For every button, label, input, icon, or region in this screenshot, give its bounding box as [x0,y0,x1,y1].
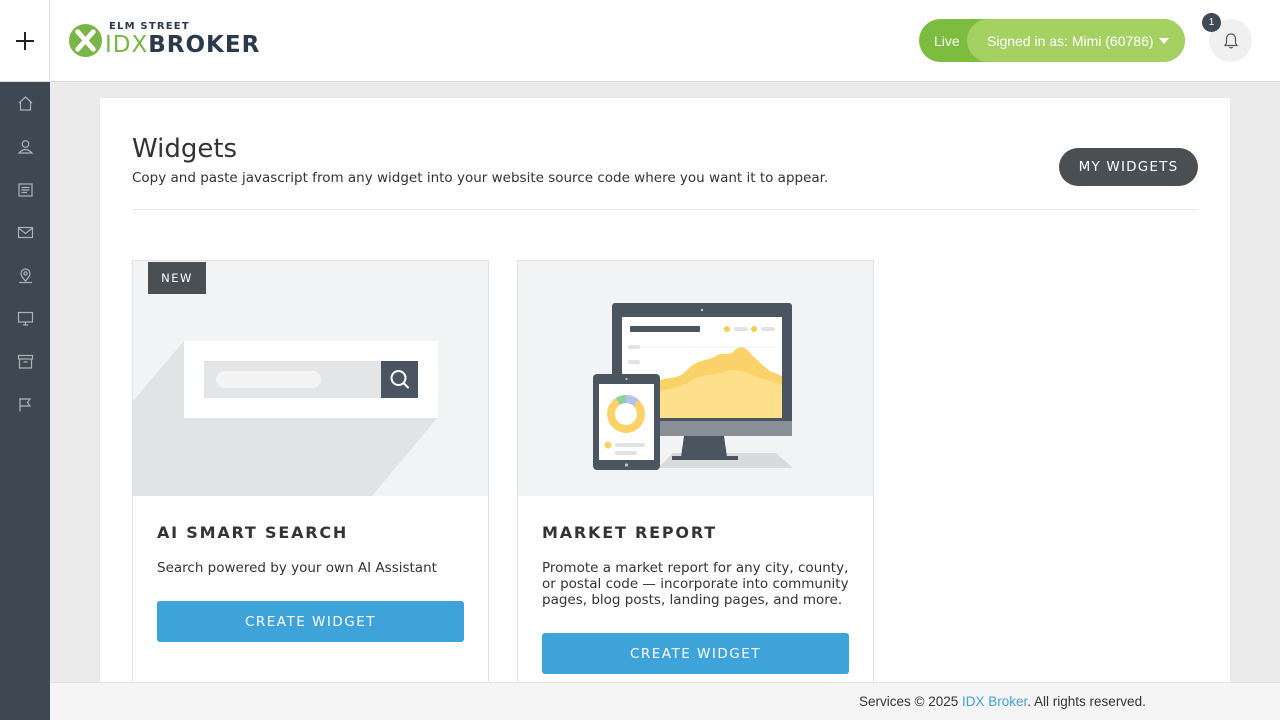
chevron-down-icon [1158,37,1169,44]
archive-icon [17,354,33,369]
logo[interactable]: ELM STREET IDXBROKER [68,22,260,58]
plus-icon [15,32,34,50]
top-bar: ELM STREET IDXBROKER Live Signed in as: … [0,0,1280,82]
page-subtitle: Copy and paste javascript from any widge… [132,170,829,186]
account-dropdown[interactable]: Signed in as: Mimi (60786) [967,19,1185,62]
sidebar-item-archive[interactable] [0,340,50,383]
create-widget-button[interactable]: CREATE WIDGET [157,601,464,642]
listings-icon [17,183,33,197]
footer-text: Services © 2025 IDX Broker. All rights r… [859,694,1146,709]
divider [132,209,1198,210]
logo-mark-icon [68,23,103,57]
logo-text: ELM STREET IDXBROKER [105,21,260,59]
widget-card-market-report: MARKET REPORT Promote a market report fo… [517,260,874,690]
footer: Services © 2025 IDX Broker. All rights r… [50,682,1280,720]
footer-prefix: Services © 2025 [859,694,962,709]
main-panel: Widgets Copy and paste javascript from a… [100,98,1230,690]
bell-icon [1223,32,1238,48]
live-status-label[interactable]: Live [919,33,967,49]
search-illustration-icon [133,341,438,496]
ai-search-illustration [133,261,488,496]
card-title: MARKET REPORT [542,523,717,542]
mail-icon [17,226,33,239]
home-icon [18,96,32,111]
market-report-illustration-icon [593,303,793,470]
sidebar-item-flag[interactable] [0,383,50,426]
logo-top-text: ELM STREET [109,21,190,32]
logo-bottom-text: IDXBROKER [105,32,260,58]
logo-broker-text: BROKER [148,32,261,58]
notification-count-badge: 1 [1202,13,1221,32]
sidebar-item-listings[interactable] [0,168,50,211]
flag-icon [18,398,31,412]
signed-in-label: Signed in as: Mimi (60786) [987,32,1154,49]
sidebar-item-home[interactable] [0,82,50,125]
card-title: AI SMART SEARCH [157,523,349,542]
my-widgets-button[interactable]: MY WIDGETS [1059,148,1198,186]
market-report-illustration [518,261,873,496]
sidebar-item-mail[interactable] [0,211,50,254]
user-icon [17,140,33,154]
sidebar [0,82,50,720]
card-description: Search powered by your own AI Assistant [157,560,437,576]
new-badge: NEW [148,262,206,294]
idx-broker-link[interactable]: IDX Broker [962,694,1027,709]
footer-suffix: . All rights reserved. [1027,694,1146,709]
widget-card-ai-smart-search: NEW AI SMART SEARCH Search powered by yo… [132,260,489,690]
sidebar-item-map[interactable] [0,254,50,297]
monitor-icon [17,311,33,326]
sidebar-item-contacts[interactable] [0,125,50,168]
account-status-pill[interactable]: Live Signed in as: Mimi (60786) [919,19,1185,62]
add-button[interactable] [0,0,50,82]
card-description: Promote a market report for any city, co… [542,560,849,608]
create-widget-button[interactable]: CREATE WIDGET [542,633,849,674]
page-title: Widgets [132,134,238,164]
sidebar-item-website[interactable] [0,297,50,340]
map-pin-icon [18,268,32,284]
logo-idx-text: IDX [105,32,149,58]
